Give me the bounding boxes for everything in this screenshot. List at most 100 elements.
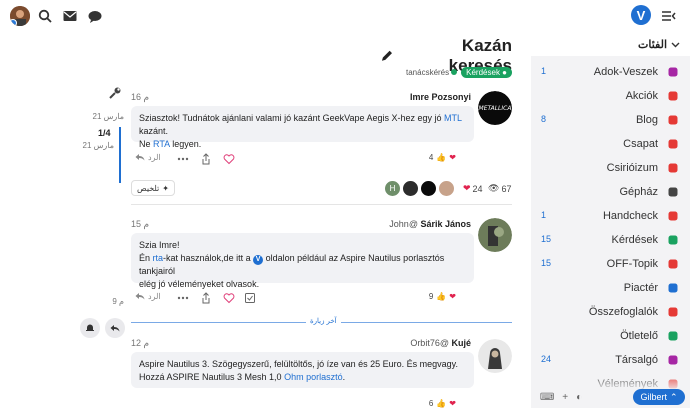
post-username[interactable]: Imre Pozsonyi bbox=[410, 92, 471, 102]
category-icon bbox=[668, 67, 678, 77]
participant-avatar[interactable] bbox=[403, 181, 418, 196]
share-icon[interactable] bbox=[200, 292, 212, 304]
sidebar-category-item[interactable]: Ötletelő bbox=[531, 326, 690, 346]
post-link[interactable]: RTA bbox=[153, 139, 170, 149]
sidebar-category-item[interactable]: 15 OFF-Topik bbox=[531, 254, 690, 274]
sidebar-category-item[interactable]: 1 Adok-Veszek bbox=[531, 62, 690, 82]
mail-icon[interactable] bbox=[63, 9, 77, 23]
post-date[interactable]: 16 م bbox=[131, 92, 149, 103]
post-likes[interactable]: 6 👍 ❤ bbox=[429, 399, 456, 408]
sidebar-category-item[interactable]: 8 Blog bbox=[531, 110, 690, 130]
heart-icon: ❤ bbox=[449, 399, 456, 408]
user-avatar[interactable] bbox=[10, 6, 30, 26]
post-username[interactable]: John@ Sárik János bbox=[389, 219, 471, 229]
heart-outline-icon[interactable] bbox=[223, 292, 235, 304]
topic-summary: تلخيص ✦ H ❤ 24 👁 67 bbox=[131, 180, 512, 198]
eye-icon: 👁 bbox=[488, 183, 500, 193]
thumbs-up-icon: 👍 bbox=[436, 292, 447, 301]
reply-button[interactable]: الرد bbox=[135, 153, 161, 162]
post-header: 12 م Orbit76@ Kujé bbox=[131, 338, 471, 350]
sidebar-category-item[interactable]: Összefoglalók bbox=[531, 302, 690, 322]
summarize-button[interactable]: تلخيص ✦ bbox=[131, 180, 175, 196]
category-count: 24 bbox=[541, 354, 552, 364]
category-icon bbox=[668, 235, 678, 245]
sidebar-category-item[interactable]: Csapat bbox=[531, 134, 690, 154]
divider bbox=[131, 204, 512, 205]
post-link[interactable]: MTL bbox=[444, 113, 462, 123]
more-icon[interactable] bbox=[177, 153, 189, 165]
category-name: Blog bbox=[635, 114, 658, 126]
sidebar-category-item[interactable]: 15 Kérdések bbox=[531, 230, 690, 250]
sidebar: 1 Adok-Veszek Akciók 8 Blog Csapat Csirióizum G… bbox=[531, 56, 690, 408]
site-logo[interactable]: V bbox=[631, 5, 651, 25]
topic-tag[interactable]: tanácskérés bbox=[406, 68, 458, 77]
chat-user-button[interactable]: Gilbert ⌃ bbox=[633, 389, 685, 405]
sidebar-category-item[interactable]: Gépház bbox=[531, 182, 690, 202]
category-count: 8 bbox=[541, 114, 547, 124]
participant-avatar[interactable] bbox=[421, 181, 436, 196]
post-avatar[interactable] bbox=[478, 218, 512, 252]
sidebar-category-item[interactable]: Akciók bbox=[531, 86, 690, 106]
category-icon bbox=[668, 139, 678, 149]
post-date[interactable]: 12 م bbox=[131, 338, 149, 349]
category-icon bbox=[668, 331, 678, 341]
post-likes[interactable]: 4 👍 ❤ bbox=[429, 153, 456, 162]
heart-outline-icon[interactable] bbox=[223, 153, 235, 165]
keyboard-icon[interactable]: ⌨ bbox=[540, 392, 554, 403]
search-icon[interactable] bbox=[38, 9, 52, 23]
categories-heading[interactable]: الفئات bbox=[580, 37, 680, 51]
timeline-scroller[interactable] bbox=[119, 127, 121, 183]
page: V Kazán keresés tanácskérés Kérdések ● 2… bbox=[0, 0, 690, 408]
heart-icon: ❤ bbox=[449, 153, 456, 162]
reply-icon bbox=[135, 154, 145, 161]
chat-icon[interactable] bbox=[88, 9, 102, 23]
theme-icon[interactable]: ◐ bbox=[576, 392, 582, 403]
checkbox-icon[interactable] bbox=[244, 292, 256, 304]
post-avatar[interactable]: METALLICA bbox=[478, 91, 512, 125]
last-visit-marker: آخر زيارة bbox=[131, 317, 512, 330]
post-avatar[interactable] bbox=[478, 339, 512, 373]
wrench-icon[interactable] bbox=[108, 86, 122, 100]
post-body: Sziasztok! Tudnátok ajánlani valami jó k… bbox=[131, 106, 474, 149]
chevron-down-icon bbox=[671, 42, 680, 47]
sidebar-category-item[interactable]: Csirióizum bbox=[531, 158, 690, 178]
participant-avatar[interactable] bbox=[439, 181, 454, 196]
category-icon bbox=[668, 115, 678, 125]
post-date[interactable]: 15 م bbox=[131, 219, 149, 230]
share-icon[interactable] bbox=[200, 153, 212, 165]
site-logo-inline-icon: V bbox=[253, 255, 264, 265]
post-link[interactable]: Ohm porlasztó bbox=[284, 372, 343, 382]
reply-topic-button[interactable] bbox=[105, 318, 125, 338]
category-name: Társalgó bbox=[615, 354, 658, 366]
sidebar-footer-tools: ⌨ + ◐ bbox=[531, 390, 591, 404]
post-actions: 6 👍 ❤ bbox=[131, 398, 474, 408]
header: V bbox=[0, 0, 690, 32]
timeline-start-date[interactable]: 21 مارس bbox=[88, 112, 124, 121]
post-link[interactable]: rta bbox=[153, 253, 164, 263]
participant-avatar[interactable]: H bbox=[385, 181, 400, 196]
category-name: Handcheck bbox=[602, 210, 658, 222]
notification-bell-button[interactable] bbox=[80, 318, 100, 338]
plus-icon[interactable]: + bbox=[562, 392, 568, 403]
category-icon bbox=[668, 307, 678, 317]
category-icon bbox=[668, 211, 678, 221]
timeline-position-date: 21 مارس bbox=[82, 141, 114, 150]
category-name: Összefoglalók bbox=[588, 306, 658, 318]
menu-icon[interactable] bbox=[662, 9, 676, 23]
reply-icon bbox=[110, 325, 120, 332]
timeline-end-date[interactable]: 9 م bbox=[96, 297, 124, 306]
sidebar-category-item[interactable]: Piactér bbox=[531, 278, 690, 298]
heart-icon: ❤ bbox=[449, 292, 456, 301]
more-icon[interactable] bbox=[177, 292, 189, 304]
post-likes[interactable]: 9 👍 ❤ bbox=[429, 292, 456, 301]
category-count: 1 bbox=[541, 210, 547, 220]
post-username[interactable]: Orbit76@ Kujé bbox=[410, 338, 471, 348]
category-name: OFF-Topik bbox=[606, 258, 658, 270]
category-icon bbox=[668, 187, 678, 197]
post-body: Aspire Nautilus 3. Szögegyszerű, felültö… bbox=[131, 352, 474, 388]
sidebar-category-item[interactable]: 1 Handcheck bbox=[531, 206, 690, 226]
reply-button[interactable]: الرد bbox=[135, 292, 161, 301]
chevron-up-icon: ⌃ bbox=[669, 391, 678, 402]
sidebar-category-item[interactable]: 24 Társalgó bbox=[531, 350, 690, 370]
category-badge[interactable]: Kérdések ● bbox=[461, 66, 512, 78]
